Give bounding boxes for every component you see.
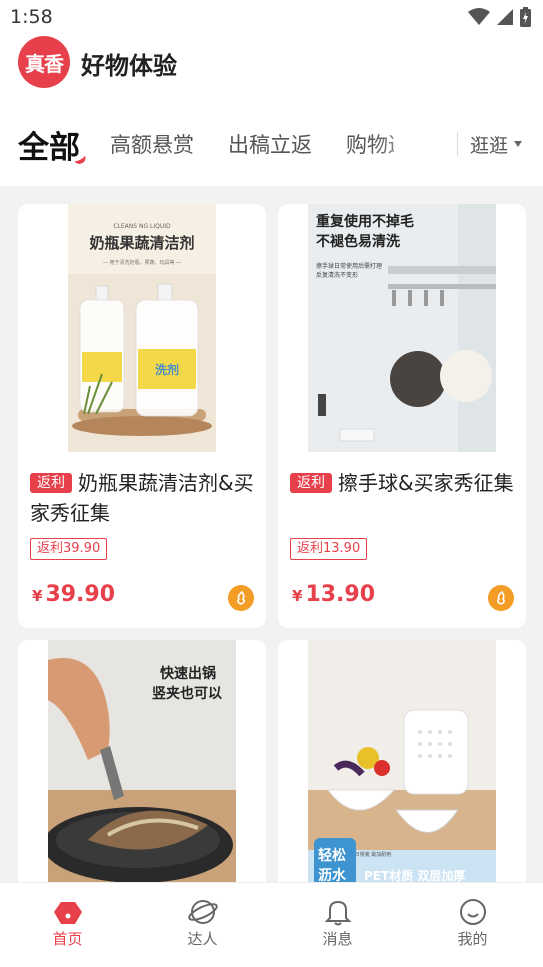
nav-label: 我的 [457,930,488,948]
header: 真香 好物体验 全部 高额悬赏 出稿立返 购物返 逛逛 [0,34,543,186]
smiley-icon [459,899,486,925]
product-image: 重复使用不掉毛 不褪色易清洗 擦手球日常使用后需打理 反复清洗不变形 [308,204,496,452]
price-value: 39.90 [45,582,116,607]
category-tabs: 全部 高额悬赏 出稿立返 购物返 逛逛 [0,120,543,170]
product-title-block: 返利 奶瓶果蔬清洁剂&买家秀征集 [30,468,256,528]
product-card[interactable]: 大容量 日常装 最加耐用 轻松 沥水 PET材质 双层加厚 [278,640,526,900]
rebate-tag: 返利 [30,473,72,493]
nav-messages[interactable]: 消息 [270,883,405,967]
tab-high-bounty[interactable]: 高额悬赏 [110,120,194,168]
image-caption: 重复使用不掉毛 [316,213,414,230]
coin-icon [228,585,254,611]
product-image: CLEANS NG LIQUID 奶瓶果蔬清洁剂 — 用于清洗奶瓶、果蔬、玩具等… [68,204,216,452]
currency-symbol: ¥ [292,587,303,605]
currency-symbol: ¥ [32,587,43,605]
product-card[interactable]: 重复使用不掉毛 不褪色易清洗 擦手球日常使用后需打理 反复清洗不变形 返利 擦手球… [278,204,526,628]
image-caption: 快速出锅 [160,665,216,682]
nav-profile[interactable]: 我的 [405,883,540,967]
planet-icon [187,900,218,924]
product-image: 快速出锅 竖夹也可以 [48,640,236,888]
status-time: 1:58 [10,6,53,28]
bell-icon [324,900,351,926]
image-caption: — 用于清洗奶瓶、果蔬、玩具等 — [103,259,181,266]
image-caption: 不褪色易清洗 [316,233,400,250]
signal-icon [497,9,513,25]
tab-divider [457,132,458,156]
status-icons [468,7,531,27]
product-title-block: 返利 擦手球&买家秀征集 [290,468,516,498]
nav-label: 达人 [187,930,218,948]
bottom-navigation: 首页 达人 消息 我的 [0,882,543,967]
image-caption: 反复清洗不变形 [316,271,358,279]
image-caption: PET材质 双层加厚 [364,868,465,883]
image-caption: 竖夹也可以 [152,685,222,702]
nav-label: 消息 [322,930,353,948]
nav-influencers[interactable]: 达人 [135,883,270,967]
tab-label: 出稿立返 [228,133,312,157]
rebate-amount-badge: 返利39.90 [30,538,108,560]
price-value: 13.90 [305,582,376,607]
image-caption: 奶瓶果蔬清洁剂 [89,234,194,252]
product-price: ¥39.90 [32,582,115,607]
product-card[interactable]: 快速出锅 竖夹也可以 [18,640,266,900]
wifi-icon [468,8,490,25]
nav-label: 首页 [52,930,83,948]
page-title: 好物体验 [81,52,177,80]
status-bar: 1:58 [0,0,543,34]
logo-text: 真香 [25,51,64,76]
image-caption: 轻松 [318,847,346,864]
caret-down-icon [514,141,523,147]
image-caption: 擦手球日常使用后需打理 [316,262,382,270]
product-image: 大容量 日常装 最加耐用 轻松 沥水 PET材质 双层加厚 [308,640,496,888]
product-title: 擦手球&买家秀征集 [338,471,514,495]
tab-all[interactable]: 全部 [18,120,80,168]
image-caption: 洗剂 [155,362,179,377]
tab-label: 全部 [18,129,80,166]
app-logo: 真香 [18,36,70,88]
product-card[interactable]: CLEANS NG LIQUID 奶瓶果蔬清洁剂 — 用于清洗奶瓶、果蔬、玩具等… [18,204,266,628]
coin-icon [488,585,514,611]
nav-home[interactable]: 首页 [0,883,135,967]
home-icon [53,902,82,924]
browse-dropdown[interactable]: 逛逛 [470,120,523,168]
product-price: ¥13.90 [292,582,375,607]
rebate-tag: 返利 [290,473,332,493]
browse-label: 逛逛 [470,134,509,157]
rebate-amount-badge: 返利13.90 [290,538,368,560]
tab-post-rebate[interactable]: 出稿立返 [228,120,312,168]
tab-fade [370,120,456,168]
image-caption: CLEANS NG LIQUID [113,223,171,230]
tab-label: 高额悬赏 [110,133,194,157]
battery-icon [520,7,531,27]
